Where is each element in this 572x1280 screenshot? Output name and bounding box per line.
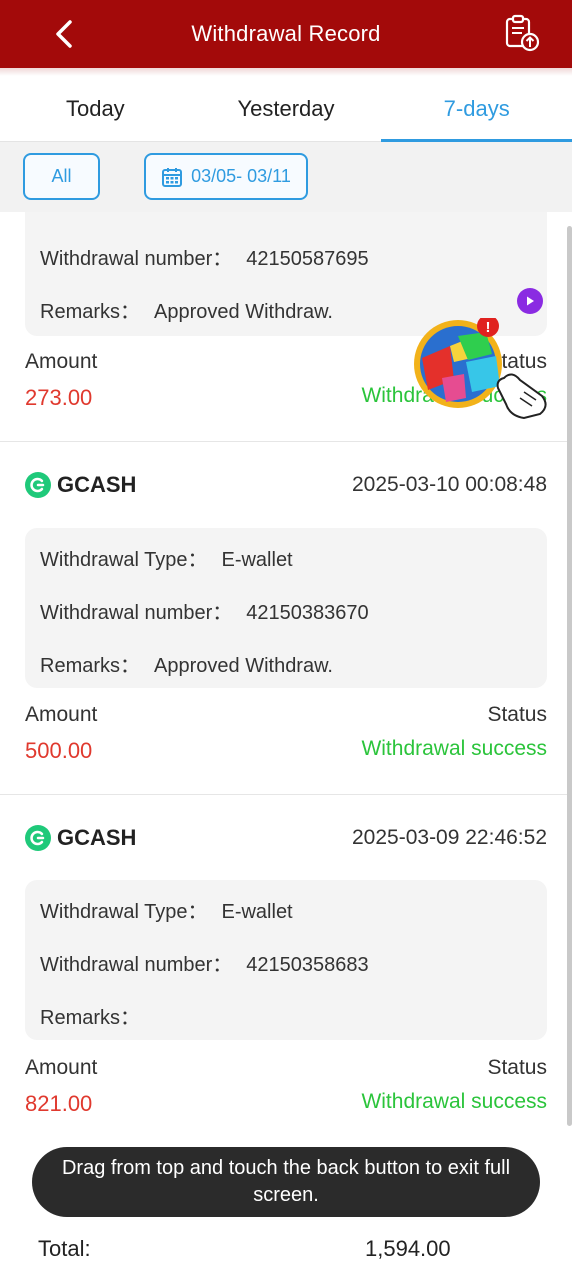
calendar-icon [162,167,183,187]
payment-method-label: GCASH [57,825,137,850]
amount-value: 821.00 [25,1091,93,1116]
record-upload-button[interactable] [502,13,542,53]
payment-method-label: GCASH [57,472,137,497]
gcash-logo-icon [25,472,51,498]
play-video-button[interactable] [517,288,543,314]
amount-label: Amount [25,1056,98,1079]
app-header: Withdrawal Record [0,0,572,68]
detail-row: Remarks： [40,1007,141,1029]
date-range-label: 03/05- 03/11 [191,166,291,186]
detail-row: Withdrawal Type： E-wallet [40,901,293,923]
record-separator [0,794,572,795]
record-details: Withdrawal Type： E-wallet Withdrawal numb… [25,880,547,1040]
total-value: 1,594.00 [365,1236,451,1261]
record-header: GCASH 2025-03-09 22:46:52 [25,820,547,856]
date-tabs: Today Yesterday 7-days [0,76,572,142]
filter-bar: All 03/05- 03/11 [0,142,572,212]
detail-row: Withdrawal number： 42150587695 [40,248,369,270]
fullscreen-toast: Drag from top and touch the back button … [32,1147,540,1217]
svg-text:!: ! [486,319,491,336]
tab-today[interactable]: Today [0,76,191,141]
back-button[interactable] [44,14,84,54]
status-label: Status [487,1056,547,1079]
status-value: Withdrawal success [361,1090,547,1113]
chevron-left-icon [56,20,72,48]
floating-game-widget[interactable]: ! [412,315,552,424]
detail-row: Remarks： Approved Withdraw. [40,301,333,323]
detail-row: Withdrawal Type： E-wallet [40,549,293,571]
tab-yesterday[interactable]: Yesterday [191,76,382,141]
header-shadow [0,68,572,76]
clipboard-upload-icon [505,14,540,52]
total-label: Total: [38,1236,91,1261]
page-title: Withdrawal Record [191,21,381,46]
record-time: 2025-03-09 22:46:52 [352,826,547,849]
status-value: Withdrawal success [361,737,547,760]
detail-row: Withdrawal number： 42150358683 [40,954,369,976]
amount-value: 500.00 [25,738,93,763]
detail-row: Remarks： Approved Withdraw. [40,655,333,677]
amount-label: Amount [25,350,98,373]
gift-box-icon: ! [414,315,547,420]
date-range-button[interactable]: 03/05- 03/11 [144,153,308,200]
tab-7-days[interactable]: 7-days [381,76,572,142]
payment-method: GCASH [25,825,136,851]
play-icon [527,296,534,306]
record-details: Withdrawal Type： E-wallet Withdrawal numb… [25,528,547,688]
record-separator [0,441,572,442]
total-footer: Total: 1,594.00 [0,1218,572,1280]
record-header: GCASH 2025-03-10 00:08:48 [25,467,547,503]
payment-method: GCASH [25,472,136,498]
status-label: Status [487,703,547,726]
gcash-logo-icon [25,825,51,851]
record-time: 2025-03-10 00:08:48 [352,473,547,496]
amount-value: 273.00 [25,385,93,410]
scrollbar[interactable] [567,226,572,1126]
record-list[interactable]: Withdrawal number： 42150587695 Remarks： Ap… [0,212,572,1148]
amount-label: Amount [25,703,98,726]
detail-row: Withdrawal number： 42150383670 [40,602,369,624]
all-filter-button[interactable]: All [23,153,100,200]
